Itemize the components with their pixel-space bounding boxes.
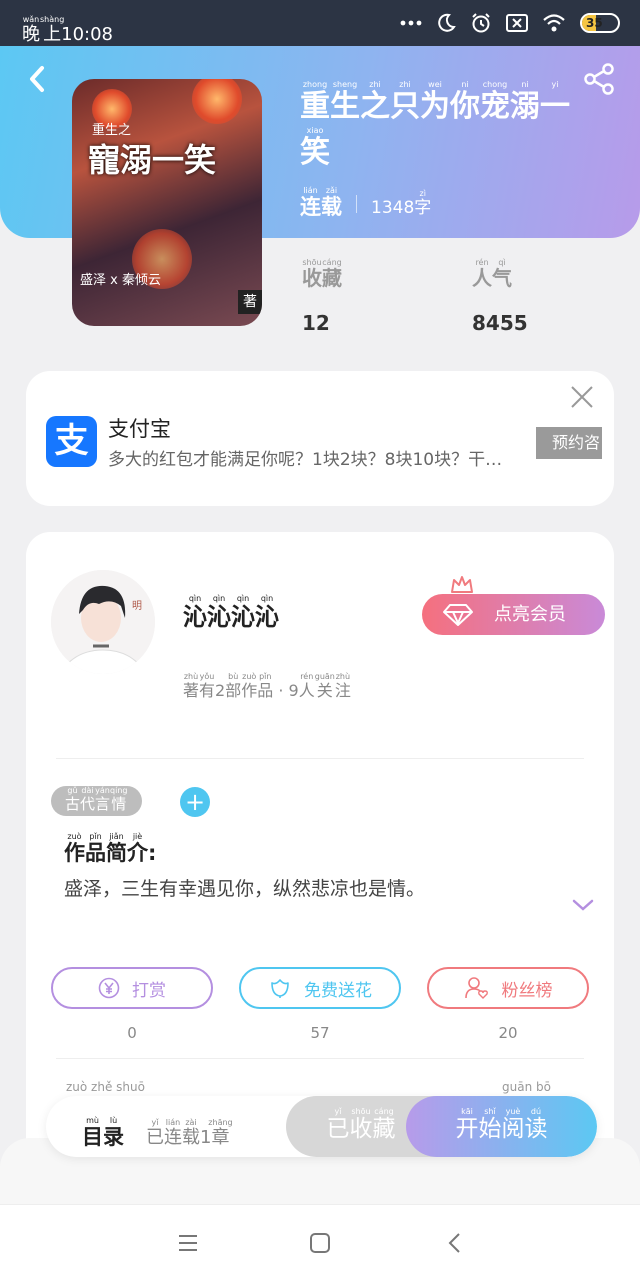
- author-stats: 著zhù有yǒu2部bù作zuò品pǐn · 9人rén关guān注zhù: [183, 672, 351, 700]
- alarm-icon: [472, 13, 490, 33]
- ad-card[interactable]: 支 支付宝 多大的红包才能满足你呢？1块2块？8块10块？干… 预约咨: [26, 371, 614, 506]
- stat-favorites-label: 收shōu藏cáng: [302, 258, 342, 290]
- send-flower-label: 免费送花: [304, 980, 372, 1001]
- reward-label: 打赏: [132, 980, 166, 1001]
- book-title-char: 之zhi: [360, 80, 390, 124]
- battery-level: 35: [586, 16, 603, 30]
- status-time: 晚wǎn上shàng10:08: [22, 15, 113, 46]
- genre-tag[interactable]: 古gǔ代dài言yán情qíng: [51, 786, 142, 816]
- alipay-logo: 支: [46, 416, 97, 467]
- stat-popularity: 人rén气qì 8455: [472, 258, 528, 335]
- no-sim-icon: [506, 14, 528, 32]
- author-says-label: zuò zhě shuō: [66, 1080, 145, 1094]
- ad-cta-button[interactable]: 预约咨: [536, 427, 602, 459]
- fans-count: 20: [498, 1024, 518, 1042]
- status-icons: 35: [400, 12, 620, 34]
- svg-text:明: 明: [130, 600, 142, 611]
- reward-count: 0: [127, 1024, 137, 1042]
- vip-button-label: 点亮会员: [494, 604, 566, 625]
- more-dots-icon: [400, 20, 422, 26]
- flower-count: 57: [310, 1024, 330, 1042]
- author-name[interactable]: 沁qìn沁qìn沁qìn沁qìn: [183, 594, 279, 632]
- book-title-char: 宠chong: [480, 80, 510, 124]
- back-icon[interactable]: [443, 1231, 467, 1255]
- user-heart-icon: [464, 977, 488, 999]
- book-title-char: 只zhi: [390, 80, 420, 124]
- author-avatar[interactable]: 明: [51, 570, 155, 674]
- stat-popularity-label: 人rén气qì: [472, 258, 512, 290]
- word-count: 1348字zì: [371, 189, 432, 218]
- book-cover[interactable]: 重生之 寵溺一笑 盛泽 x 秦倾云 著: [72, 79, 262, 326]
- share-icon[interactable]: [582, 62, 616, 96]
- crown-icon: [451, 576, 473, 593]
- time-prefix-char-2: 上shàng: [40, 15, 65, 45]
- flower-icon: [271, 979, 289, 998]
- yen-icon: [98, 977, 120, 999]
- reward-button[interactable]: 打赏: [51, 967, 213, 1009]
- book-title-char: 生sheng: [330, 80, 360, 124]
- moon-icon: [438, 13, 456, 32]
- book-title-char: 一yi: [540, 80, 570, 124]
- cover-authors: 盛泽 x 秦倾云: [80, 273, 161, 288]
- book-meta: 连lián载zǎi 1348字zì: [300, 186, 431, 221]
- send-flower-button[interactable]: 免费送花: [239, 967, 401, 1009]
- chapter-count: 已yǐ连lián载zài1章zhāng: [146, 1118, 233, 1148]
- chevron-down-icon[interactable]: [571, 897, 595, 913]
- time-prefix-char-1: 晚wǎn: [22, 15, 40, 45]
- book-title-char: 溺ni: [510, 80, 540, 124]
- stat-favorites-value: 12: [302, 311, 330, 335]
- divider: [56, 1058, 584, 1059]
- ad-description: 多大的红包才能满足你呢？1块2块？8块10块？干…: [108, 450, 503, 470]
- close-icon[interactable]: [570, 385, 594, 409]
- faded-label-right: guān bō: [502, 1080, 551, 1094]
- stat-popularity-value: 8455: [472, 311, 528, 335]
- book-title-char: 重zhong: [300, 80, 330, 124]
- fans-ranking-label: 粉丝榜: [501, 980, 553, 1001]
- toc-button[interactable]: 目mù录lù: [82, 1116, 124, 1151]
- intro-text: 盛泽，三生有幸遇见你，纵然悲凉也是情。: [64, 878, 426, 900]
- book-detail-card: 明 沁qìn沁qìn沁qìn沁qìn 著zhù有yǒu2部bù作zuò品pǐn …: [26, 532, 614, 1172]
- wifi-icon: [543, 14, 565, 32]
- bottom-action-bar: 目mù录lù 已yǐ连lián载zài1章zhāng 已yǐ收shōu藏cáng…: [46, 1096, 597, 1157]
- book-status: 连lián载zǎi: [300, 186, 342, 219]
- book-title-char: 你ni: [450, 80, 480, 124]
- cover-lantern: [192, 79, 242, 124]
- diamond-icon: [443, 604, 473, 626]
- book-title: 重zhong生sheng之zhi只zhi为wei你ni宠chong溺ni一yi 笑…: [300, 80, 580, 176]
- battery-icon: 35: [580, 13, 620, 33]
- vip-button[interactable]: 点亮会员: [422, 594, 605, 635]
- intro-title: 作zuò品pǐn简jiǎn介jiè:: [64, 832, 157, 865]
- divider: [56, 758, 584, 759]
- cover-badge: 著: [238, 290, 262, 314]
- chevron-left-icon[interactable]: [24, 62, 52, 96]
- menu-icon[interactable]: [176, 1231, 200, 1255]
- meta-divider: [356, 194, 357, 213]
- book-title-char: 为wei: [420, 80, 450, 124]
- ad-title: 支付宝: [108, 417, 171, 441]
- cover-title-art: 寵溺一笑: [88, 141, 217, 179]
- status-bar: 晚wǎn上shàng10:08 35: [0, 0, 640, 46]
- avatar-illustration: 明: [51, 570, 155, 674]
- add-tag-button[interactable]: +: [180, 787, 210, 817]
- stat-favorites: 收shōu藏cáng 12: [302, 258, 342, 335]
- home-icon[interactable]: [308, 1231, 332, 1255]
- start-reading-button[interactable]: 开kāi始shǐ阅yuè读dú: [406, 1096, 597, 1157]
- book-title-char: 笑xiao: [300, 126, 330, 170]
- fans-ranking-button[interactable]: 粉丝榜: [427, 967, 589, 1009]
- system-nav-bar: [0, 1204, 640, 1280]
- time-value: 10:08: [61, 24, 114, 45]
